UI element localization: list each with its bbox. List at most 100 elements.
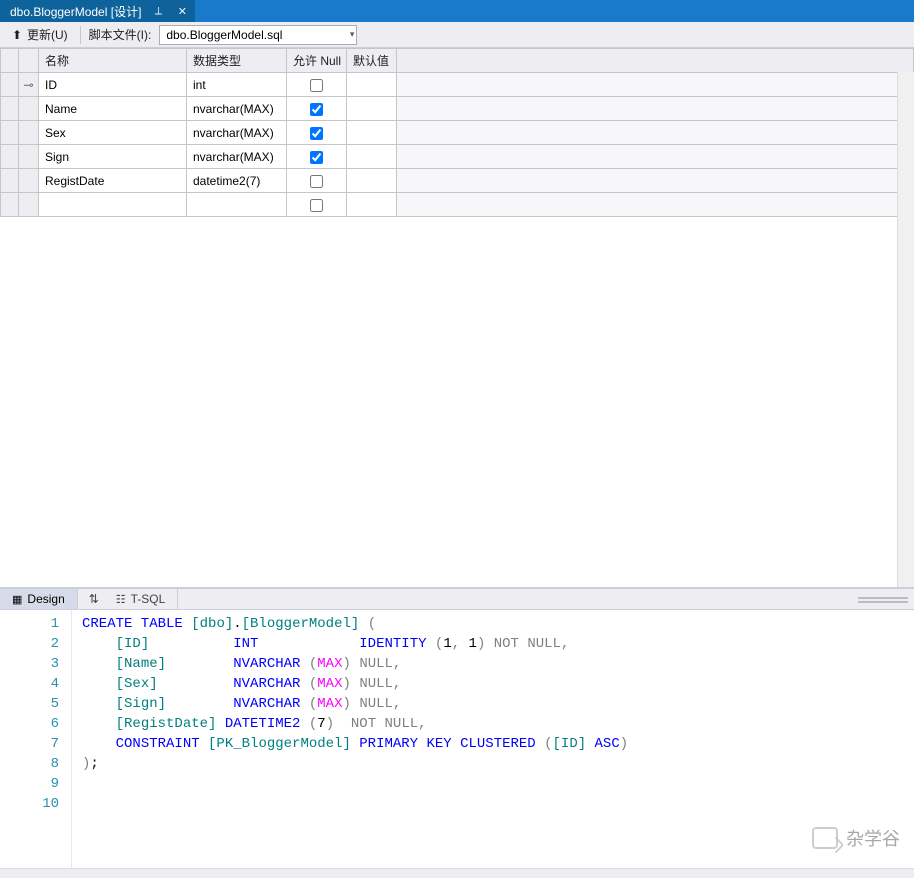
cell-allow-null[interactable] <box>287 73 347 97</box>
tab-design-label: Design <box>27 592 64 606</box>
tab-tsql-label: T-SQL <box>131 592 166 606</box>
line-number: 9 <box>0 774 59 794</box>
table-row[interactable]: Namenvarchar(MAX) <box>1 97 914 121</box>
cell-default[interactable] <box>347 193 397 217</box>
code-line[interactable] <box>82 774 628 794</box>
allow-null-checkbox[interactable] <box>310 151 323 164</box>
sql-editor[interactable]: 12345678910 CREATE TABLE [dbo].[BloggerM… <box>0 610 914 868</box>
cell-allow-null[interactable] <box>287 97 347 121</box>
script-file-label: 脚本文件(I): <box>89 26 152 43</box>
cell-filler <box>397 121 914 145</box>
row-selector[interactable] <box>1 193 19 217</box>
cell-type[interactable]: nvarchar(MAX) <box>187 145 287 169</box>
tab-tsql[interactable]: ☷ T-SQL <box>104 589 179 609</box>
line-number-gutter: 12345678910 <box>0 610 72 868</box>
row-selector[interactable] <box>1 169 19 193</box>
row-selector[interactable] <box>1 121 19 145</box>
sql-icon: ☷ <box>116 593 126 606</box>
code-line[interactable]: [Sex] NVARCHAR (MAX) NULL, <box>82 674 628 694</box>
cell-default[interactable] <box>347 145 397 169</box>
code-line[interactable] <box>82 794 628 814</box>
line-number: 1 <box>0 614 59 634</box>
code-line[interactable]: CONSTRAINT [PK_BloggerModel] PRIMARY KEY… <box>82 734 628 754</box>
vertical-scrollbar[interactable] <box>897 72 914 587</box>
update-button[interactable]: ⬆ 更新(U) <box>6 24 72 45</box>
cell-type[interactable]: nvarchar(MAX) <box>187 97 287 121</box>
sql-code-area[interactable]: CREATE TABLE [dbo].[BloggerModel] ( [ID]… <box>72 610 628 868</box>
pk-indicator: ⊸ <box>19 73 39 97</box>
resize-grip[interactable] <box>858 593 908 607</box>
table-row[interactable]: ⊸ IDint <box>1 73 914 97</box>
allow-null-checkbox[interactable] <box>310 199 323 212</box>
table-row[interactable]: RegistDatedatetime2(7) <box>1 169 914 193</box>
close-icon[interactable]: ✕ <box>175 4 189 18</box>
grid-header-row: 名称 数据类型 允许 Null 默认值 <box>1 49 914 73</box>
col-header-filler <box>397 49 914 73</box>
cell-filler <box>397 193 914 217</box>
code-line[interactable]: [ID] INT IDENTITY (1, 1) NOT NULL, <box>82 634 628 654</box>
cell-filler <box>397 145 914 169</box>
document-tab[interactable]: dbo.BloggerModel [设计] ⟂ ✕ <box>0 0 195 22</box>
cell-name[interactable]: Sex <box>39 121 187 145</box>
pk-indicator <box>19 145 39 169</box>
code-line[interactable]: CREATE TABLE [dbo].[BloggerModel] ( <box>82 614 628 634</box>
cell-default[interactable] <box>347 97 397 121</box>
table-row[interactable]: Sexnvarchar(MAX) <box>1 121 914 145</box>
pin-icon[interactable]: ⟂ <box>151 4 165 18</box>
design-grid-area: 名称 数据类型 允许 Null 默认值 ⊸ IDintNamenvarchar(M… <box>0 48 914 588</box>
swap-panes-button[interactable]: ⇅ <box>84 589 104 609</box>
col-header-null[interactable]: 允许 Null <box>287 49 347 73</box>
cell-name[interactable]: ID <box>39 73 187 97</box>
pk-indicator <box>19 193 39 217</box>
allow-null-checkbox[interactable] <box>310 175 323 188</box>
allow-null-checkbox[interactable] <box>310 79 323 92</box>
cell-allow-null[interactable] <box>287 121 347 145</box>
col-header-name[interactable]: 名称 <box>39 49 187 73</box>
cell-allow-null[interactable] <box>287 169 347 193</box>
columns-grid[interactable]: 名称 数据类型 允许 Null 默认值 ⊸ IDintNamenvarchar(M… <box>0 48 914 217</box>
row-selector[interactable] <box>1 145 19 169</box>
code-line[interactable]: [Name] NVARCHAR (MAX) NULL, <box>82 654 628 674</box>
cell-default[interactable] <box>347 73 397 97</box>
toolbar-separator <box>80 26 81 44</box>
code-line[interactable]: [RegistDate] DATETIME2 (7) NOT NULL, <box>82 714 628 734</box>
cell-allow-null[interactable] <box>287 145 347 169</box>
cell-type[interactable]: int <box>187 73 287 97</box>
cell-type[interactable]: nvarchar(MAX) <box>187 121 287 145</box>
cell-type[interactable]: datetime2(7) <box>187 169 287 193</box>
cell-default[interactable] <box>347 121 397 145</box>
key-icon: ⊸ <box>23 78 33 92</box>
cell-name[interactable]: RegistDate <box>39 169 187 193</box>
line-number: 10 <box>0 794 59 814</box>
line-number: 7 <box>0 734 59 754</box>
code-line[interactable]: [Sign] NVARCHAR (MAX) NULL, <box>82 694 628 714</box>
cell-filler <box>397 97 914 121</box>
table-row-new[interactable] <box>1 193 914 217</box>
row-selector-header <box>1 49 19 73</box>
line-number: 8 <box>0 754 59 774</box>
cell-name[interactable]: Name <box>39 97 187 121</box>
line-number: 5 <box>0 694 59 714</box>
document-tab-bar: dbo.BloggerModel [设计] ⟂ ✕ <box>0 0 914 22</box>
cell-name[interactable] <box>39 193 187 217</box>
script-file-combo[interactable]: dbo.BloggerModel.sql ▾ <box>159 25 357 45</box>
cell-allow-null[interactable] <box>287 193 347 217</box>
cell-name[interactable]: Sign <box>39 145 187 169</box>
update-label: 更新(U) <box>27 26 68 43</box>
row-selector[interactable] <box>1 73 19 97</box>
cell-default[interactable] <box>347 169 397 193</box>
cell-filler <box>397 169 914 193</box>
cell-type[interactable] <box>187 193 287 217</box>
chevron-down-icon: ▾ <box>350 29 355 40</box>
tab-design[interactable]: ▦ Design <box>0 589 78 609</box>
allow-null-checkbox[interactable] <box>310 103 323 116</box>
col-header-type[interactable]: 数据类型 <box>187 49 287 73</box>
row-selector[interactable] <box>1 97 19 121</box>
code-line[interactable]: ); <box>82 754 628 774</box>
key-header <box>19 49 39 73</box>
col-header-default[interactable]: 默认值 <box>347 49 397 73</box>
pk-indicator <box>19 121 39 145</box>
line-number: 4 <box>0 674 59 694</box>
allow-null-checkbox[interactable] <box>310 127 323 140</box>
table-row[interactable]: Signnvarchar(MAX) <box>1 145 914 169</box>
